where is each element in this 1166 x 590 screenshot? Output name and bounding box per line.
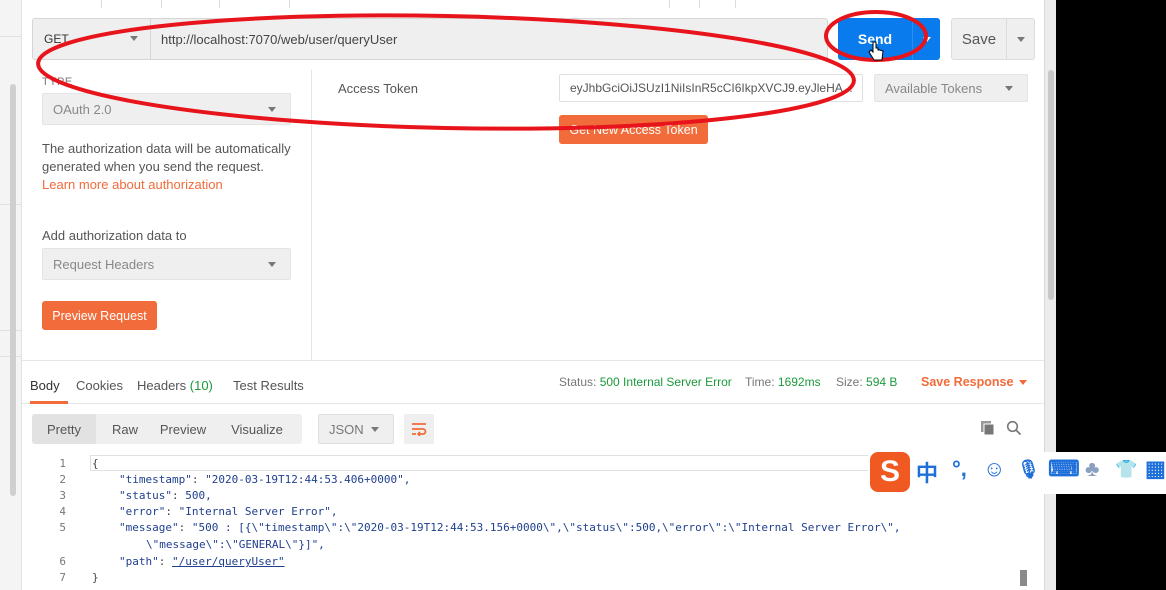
- copy-icon[interactable]: [980, 420, 996, 436]
- chevron-down-icon: [130, 36, 138, 41]
- format-raw[interactable]: Raw: [96, 414, 154, 444]
- size-value: 594 B: [866, 375, 898, 389]
- sidebar-scrollbar[interactable]: [10, 84, 16, 496]
- code-scrollbar[interactable]: [1020, 570, 1027, 586]
- code-line: 2 "timestamp": "2020-03-19T12:44:53.406+…: [59, 473, 411, 486]
- wrap-lines-button[interactable]: [404, 414, 434, 444]
- save-label: Save: [961, 30, 997, 48]
- search-icon[interactable]: [1006, 420, 1022, 436]
- tab-body[interactable]: Body: [30, 378, 60, 393]
- status-readout: Status: 500 Internal Server Error: [559, 375, 732, 389]
- format-tabs: Pretty Raw Preview Visualize: [32, 414, 302, 444]
- method-select[interactable]: GET: [33, 19, 151, 59]
- code-line: 3 "status": 500,: [59, 489, 212, 502]
- chevron-down-icon: [371, 427, 379, 432]
- language-select[interactable]: JSON: [318, 414, 394, 444]
- status-value: 500 Internal Server Error: [599, 375, 732, 389]
- tab-fragment[interactable]: [22, 0, 102, 8]
- request-bar: GET http://localhost:7070/web/user/query…: [32, 18, 828, 60]
- tab-headers[interactable]: Headers (10): [137, 378, 213, 393]
- chinese-mode-icon[interactable]: 中: [916, 456, 938, 488]
- chevron-down-icon: [1016, 36, 1025, 42]
- desktop-background: [1056, 0, 1166, 590]
- user-icon[interactable]: ♣: [1085, 456, 1099, 482]
- main-scrollbar[interactable]: [1048, 70, 1054, 300]
- status-label: Status:: [559, 375, 597, 389]
- save-dropdown[interactable]: [1006, 19, 1034, 59]
- tab-test-results[interactable]: Test Results: [233, 378, 304, 393]
- get-new-token-button[interactable]: Get New Access Token: [559, 115, 708, 144]
- size-label: Size:: [836, 375, 863, 389]
- send-label: Send: [857, 31, 893, 47]
- keyboard-icon[interactable]: ⌨: [1048, 456, 1080, 482]
- tab-fragment[interactable]: [700, 0, 736, 8]
- sidebar-strip: [0, 0, 22, 590]
- save-button[interactable]: Save: [951, 18, 1035, 60]
- access-token-label: Access Token: [338, 81, 418, 96]
- save-response-label: Save Response: [921, 375, 1014, 389]
- available-tokens-label: Available Tokens: [885, 80, 983, 96]
- tab-fragment[interactable]: [670, 0, 700, 8]
- headers-count: (10): [189, 378, 213, 393]
- add-auth-label: Add authorization data to: [42, 228, 187, 243]
- tab-cookies[interactable]: Cookies: [76, 378, 123, 393]
- tab-fragment[interactable]: [290, 0, 670, 8]
- ime-logo[interactable]: S: [870, 452, 910, 492]
- code-line: 7 }: [59, 571, 99, 584]
- url-input[interactable]: http://localhost:7070/web/user/queryUser: [151, 19, 827, 59]
- time-label: Time:: [745, 375, 775, 389]
- skin-icon[interactable]: 👕: [1115, 459, 1137, 480]
- active-tab-indicator: [30, 401, 68, 404]
- preview-request-button[interactable]: Preview Request: [42, 301, 157, 330]
- language-value: JSON: [329, 421, 364, 437]
- auth-description-text: The authorization data will be automatic…: [42, 141, 291, 174]
- access-token-input[interactable]: eyJhbGciOiJSUzI1NiIsInR5cCI6IkpXVCJ9.eyJ…: [559, 74, 863, 102]
- chevron-down-icon: [1005, 86, 1013, 91]
- format-pretty[interactable]: Pretty: [32, 414, 96, 444]
- punctuation-icon[interactable]: °,: [952, 456, 967, 482]
- tab-fragment[interactable]: [102, 0, 162, 8]
- chevron-down-icon: [268, 107, 276, 112]
- chevron-down-icon: [268, 262, 276, 267]
- tab-fragment[interactable]: [220, 0, 290, 8]
- code-line: 6 "path": "/user/queryUser": [59, 555, 285, 568]
- tab-headers-label: Headers: [137, 378, 187, 393]
- code-line: 1 {: [59, 457, 99, 470]
- code-line: 4 "error": "Internal Server Error",: [59, 505, 338, 518]
- method-label: GET: [44, 32, 69, 46]
- auth-type-select[interactable]: OAuth 2.0: [42, 93, 291, 125]
- send-dropdown[interactable]: [912, 18, 940, 60]
- time-readout: Time: 1692ms: [745, 375, 821, 389]
- emoji-icon[interactable]: ☺: [983, 456, 1005, 482]
- save-response-button[interactable]: Save Response: [921, 375, 1028, 389]
- format-visualize[interactable]: Visualize: [212, 414, 302, 444]
- toolbox-icon[interactable]: ▦: [1145, 456, 1166, 482]
- wrap-icon: [412, 423, 427, 436]
- code-line: \"message\":\"GENERAL\"}]",: [146, 538, 325, 551]
- add-auth-value: Request Headers: [53, 256, 155, 272]
- learn-more-link[interactable]: Learn more about authorization: [42, 177, 223, 192]
- add-auth-select[interactable]: Request Headers: [42, 248, 291, 280]
- format-preview[interactable]: Preview: [154, 414, 212, 444]
- available-tokens-select[interactable]: Available Tokens: [874, 74, 1028, 102]
- chevron-down-icon: [922, 36, 931, 42]
- auth-description: The authorization data will be automatic…: [42, 140, 292, 194]
- code-line: 5 "message": "500 : [{\"timestamp\":\"20…: [59, 521, 901, 534]
- main-scrollbar-track[interactable]: [1044, 0, 1056, 590]
- send-button[interactable]: Send: [838, 18, 940, 60]
- time-value: 1692ms: [777, 375, 821, 389]
- chevron-down-icon: [1019, 380, 1028, 386]
- microphone-icon[interactable]: 🎙: [1017, 459, 1040, 480]
- size-readout: Size: 594 B: [836, 375, 897, 389]
- type-label: TYPE: [42, 76, 73, 88]
- auth-type-value: OAuth 2.0: [53, 101, 112, 117]
- tab-fragment[interactable]: [162, 0, 220, 8]
